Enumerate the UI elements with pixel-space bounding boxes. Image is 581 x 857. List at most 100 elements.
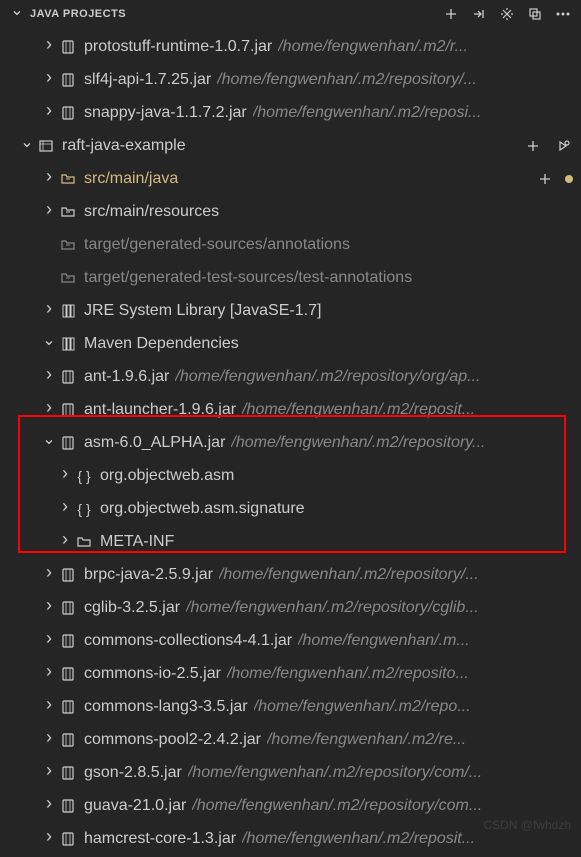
tree-item-label: slf4j-api-1.7.25.jar [84,71,211,89]
add-icon[interactable] [535,169,555,189]
watermark: CSDN @fwhdzh [483,818,571,832]
tree-item-label: ant-launcher-1.9.6.jar [84,401,236,419]
jar-icon [58,103,78,123]
tree-item-path: /home/fengwenhan/.m2/reposi... [253,104,482,122]
chevron-right-icon [40,102,58,123]
tree-item-label: snappy-java-1.1.7.2.jar [84,104,247,122]
chevron-right-icon [40,201,58,222]
debug-icon[interactable] [553,136,573,156]
tree-item-label: hamcrest-core-1.3.jar [84,830,236,848]
tools-icon[interactable] [497,4,517,24]
tree-item-jar[interactable]: ant-launcher-1.9.6.jar /home/fengwenhan/… [0,393,581,426]
tree-item-jar[interactable]: commons-lang3-3.5.jar /home/fengwenhan/.… [0,690,581,723]
chevron-right-icon [40,300,58,321]
tree-item-path: /home/fengwenhan/.m2/repository/... [217,71,477,89]
tree-item-jar[interactable]: asm-6.0_ALPHA.jar /home/fengwenhan/.m2/r… [0,426,581,459]
project-item[interactable]: raft-java-example [0,129,581,162]
chevron-right-icon [40,564,58,585]
tree-item-label: commons-lang3-3.5.jar [84,698,248,716]
tree-item-path: /home/fengwenhan/.m2/repository/org/ap..… [175,368,480,386]
tree-item-label: JRE System Library [JavaSE-1.7] [84,302,321,320]
panel-header: JAVA PROJECTS [0,0,581,28]
tree-item-label: Maven Dependencies [84,335,239,353]
modified-indicator [565,175,573,183]
tree-item-path: /home/fengwenhan/.m2/repository... [231,434,485,452]
tree-item-folder[interactable]: META-INF [0,525,581,558]
source-folder-item[interactable]: target/generated-test-sources/test-annot… [0,261,581,294]
package-icon: { } [74,499,94,519]
tree-item-label: guava-21.0.jar [84,797,186,815]
jar-icon [58,400,78,420]
tree-item-label: gson-2.8.5.jar [84,764,182,782]
chevron-right-icon [56,498,74,519]
tree-item-jar[interactable]: cglib-3.2.5.jar /home/fengwenhan/.m2/rep… [0,591,581,624]
more-icon[interactable] [553,4,573,24]
tree-item-package[interactable]: { } org.objectweb.asm.signature [0,492,581,525]
tree-item-jar[interactable]: gson-2.8.5.jar /home/fengwenhan/.m2/repo… [0,756,581,789]
jre-library-item[interactable]: JRE System Library [JavaSE-1.7] [0,294,581,327]
source-folder-item[interactable]: src/main/resources [0,195,581,228]
tree-item-jar[interactable]: commons-io-2.5.jar /home/fengwenhan/.m2/… [0,657,581,690]
chevron-down-icon [18,136,36,156]
jar-icon [58,829,78,849]
add-icon[interactable] [441,4,461,24]
tree-item-path: /home/fengwenhan/.m... [298,632,470,650]
tree-item-jar[interactable]: commons-collections4-4.1.jar /home/fengw… [0,624,581,657]
jar-icon [58,664,78,684]
chevron-right-icon [40,366,58,387]
chevron-down-icon[interactable] [8,4,26,24]
jar-icon [58,763,78,783]
tree-item-label: protostuff-runtime-1.0.7.jar [84,38,272,56]
chevron-down-icon [40,433,58,453]
tree-item-path: /home/fengwenhan/.m2/reposito... [227,665,469,683]
jar-icon [58,70,78,90]
chevron-right-icon [40,168,58,189]
jar-icon [58,697,78,717]
folder-icon [74,532,94,552]
tree-item-jar[interactable]: snappy-java-1.1.7.2.jar /home/fengwenhan… [0,96,581,129]
maven-deps-item[interactable]: Maven Dependencies [0,327,581,360]
chevron-down-icon [40,334,58,354]
chevron-right-icon [40,597,58,618]
tree-item-jar[interactable]: ant-1.9.6.jar /home/fengwenhan/.m2/repos… [0,360,581,393]
tree-item-path: /home/fengwenhan/.m2/reposit... [242,830,475,848]
chevron-right-icon [56,465,74,486]
tree-item-label: ant-1.9.6.jar [84,368,169,386]
source-folder-icon [58,235,78,255]
tree-item-jar[interactable]: slf4j-api-1.7.25.jar /home/fengwenhan/.m… [0,63,581,96]
tree-item-jar[interactable]: commons-pool2-2.4.2.jar /home/fengwenhan… [0,723,581,756]
chevron-right-icon [40,36,58,57]
add-icon[interactable] [523,136,543,156]
library-icon [58,334,78,354]
tree-item-label: commons-collections4-4.1.jar [84,632,292,650]
chevron-right-icon [40,762,58,783]
tree-item-path: /home/fengwenhan/.m2/repository/com... [192,797,482,815]
source-folder-icon [58,268,78,288]
source-folder-item[interactable]: src/main/java [0,162,581,195]
collapse-icon[interactable] [525,4,545,24]
chevron-right-icon [40,696,58,717]
tree-item-label: cglib-3.2.5.jar [84,599,180,617]
chevron-right-icon [40,69,58,90]
jar-icon [58,598,78,618]
export-icon[interactable] [469,4,489,24]
tree-item-package[interactable]: { } org.objectweb.asm [0,459,581,492]
jar-icon [58,631,78,651]
jar-icon [58,796,78,816]
tree-item-label: asm-6.0_ALPHA.jar [84,434,225,452]
tree-item-path: /home/fengwenhan/.m2/reposit... [242,401,475,419]
chevron-right-icon [40,729,58,750]
tree-item-jar[interactable]: brpc-java-2.5.9.jar /home/fengwenhan/.m2… [0,558,581,591]
jar-icon [58,367,78,387]
source-folder-item[interactable]: target/generated-sources/annotations [0,228,581,261]
panel-title: JAVA PROJECTS [30,8,126,20]
tree-item-label: commons-io-2.5.jar [84,665,221,683]
tree-item-label: src/main/java [84,170,178,188]
tree-item-label: brpc-java-2.5.9.jar [84,566,213,584]
project-icon [36,136,56,156]
tree-item-jar[interactable]: protostuff-runtime-1.0.7.jar /home/fengw… [0,30,581,63]
tree-item-label: src/main/resources [84,203,219,221]
header-actions [441,4,573,24]
chevron-right-icon [56,531,74,552]
jar-icon [58,565,78,585]
